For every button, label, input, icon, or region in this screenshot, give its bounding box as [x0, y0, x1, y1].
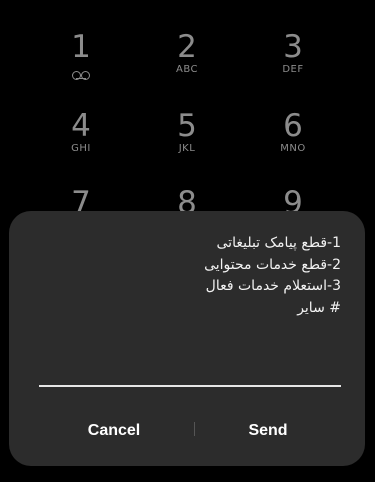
- key-letters: GHI: [71, 143, 91, 154]
- voicemail-icon: [72, 71, 90, 80]
- menu-line-1: 1-قطع پیامک تبلیغاتی: [216, 235, 341, 251]
- dialpad-key-3[interactable]: 3 DEF: [258, 30, 328, 76]
- dialpad-key-1[interactable]: 1: [46, 30, 116, 83]
- ussd-dialog: 1-قطع پیامک تبلیغاتی 2-قطع خدمات محتوایی…: [9, 211, 365, 466]
- key-digit: 1: [71, 29, 91, 65]
- key-digit: 5: [177, 108, 197, 144]
- menu-line-3: 3-استعلام خدمات فعال: [205, 278, 341, 294]
- dialog-message: 1-قطع پیامک تبلیغاتی 2-قطع خدمات محتوایی…: [41, 233, 341, 319]
- key-digit: 6: [283, 108, 303, 144]
- key-digit: 2: [177, 29, 197, 65]
- menu-line-2: 2-قطع خدمات محتوایی: [204, 256, 341, 273]
- key-digit: 4: [71, 108, 91, 144]
- send-button[interactable]: Send: [193, 411, 343, 451]
- key-letters: ABC: [175, 64, 198, 75]
- cancel-button[interactable]: Cancel: [39, 411, 189, 451]
- key-letters: DEF: [282, 64, 304, 75]
- dialpad-key-6[interactable]: 6 MNO: [258, 109, 328, 155]
- screen: 1 2 ABC 3 DEF 4 GHI 5 JKL 6 MNO 7 8 9 1-…: [0, 0, 375, 482]
- dialog-actions: Cancel Send: [9, 411, 365, 451]
- reply-input[interactable]: [39, 385, 341, 387]
- key-letters: JKL: [178, 143, 196, 154]
- dialpad-key-5[interactable]: 5 JKL: [152, 109, 222, 155]
- menu-line-other: # سایر: [297, 299, 341, 316]
- key-digit: 3: [283, 29, 303, 65]
- dialpad-key-2[interactable]: 2 ABC: [152, 30, 222, 76]
- key-letters: MNO: [280, 143, 306, 154]
- dialpad-key-4[interactable]: 4 GHI: [46, 109, 116, 155]
